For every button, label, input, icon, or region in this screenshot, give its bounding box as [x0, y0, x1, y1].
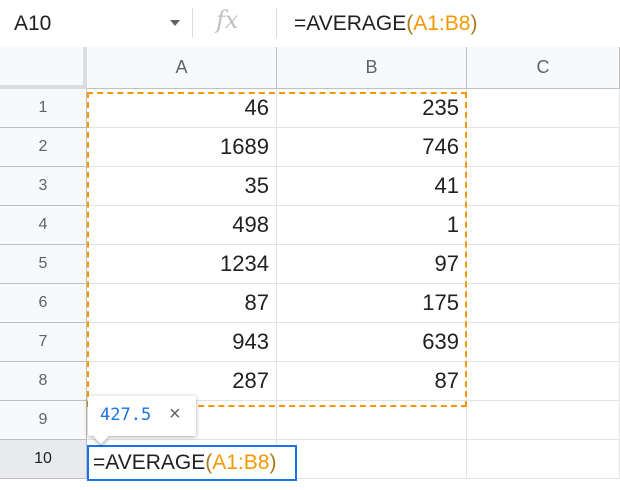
- cell-c1[interactable]: [467, 89, 620, 128]
- name-box-dropdown-icon[interactable]: [170, 20, 180, 26]
- cell-a5[interactable]: 1234: [87, 245, 277, 284]
- cell-a3[interactable]: 35: [87, 167, 277, 206]
- cell-c4[interactable]: [467, 206, 620, 245]
- cell-c9[interactable]: [467, 401, 620, 440]
- cell-a7[interactable]: 943: [87, 323, 277, 362]
- cell-b4[interactable]: 1: [277, 206, 467, 245]
- editor-prefix: =AVERAGE: [93, 451, 206, 474]
- cell-c8[interactable]: [467, 362, 620, 401]
- cell-b2[interactable]: 746: [277, 128, 467, 167]
- divider: [192, 8, 193, 38]
- column-header-b[interactable]: B: [277, 47, 467, 89]
- preview-value: 427.5: [100, 405, 152, 425]
- editor-open-paren: (: [205, 451, 213, 474]
- select-all-corner[interactable]: [0, 47, 87, 89]
- row-header-2[interactable]: 2: [0, 128, 87, 167]
- row-header-6[interactable]: 6: [0, 284, 87, 323]
- cell-c3[interactable]: [467, 167, 620, 206]
- active-cell-editor[interactable]: =AVERAGE(A1:B8): [87, 445, 297, 481]
- cell-a1[interactable]: 46: [87, 89, 277, 128]
- row-header-8[interactable]: 8: [0, 362, 87, 401]
- cell-b9[interactable]: [277, 401, 467, 440]
- row-header-10[interactable]: 10: [0, 440, 87, 479]
- formula-bar: A10 fx =AVERAGE(A1:B8): [0, 0, 620, 48]
- cell-b8[interactable]: 87: [277, 362, 467, 401]
- divider: [276, 8, 277, 38]
- row-header-7[interactable]: 7: [0, 323, 87, 362]
- close-icon[interactable]: ×: [169, 403, 181, 426]
- row-header-5[interactable]: 5: [0, 245, 87, 284]
- cell-a2[interactable]: 1689: [87, 128, 277, 167]
- cell-a6[interactable]: 87: [87, 284, 277, 323]
- name-box[interactable]: A10: [14, 12, 51, 36]
- editor-range-ref: A1:B8: [212, 451, 270, 474]
- cell-c6[interactable]: [467, 284, 620, 323]
- cell-c5[interactable]: [467, 245, 620, 284]
- formula-range-ref: A1:B8: [413, 12, 471, 35]
- column-header-c[interactable]: C: [467, 47, 620, 89]
- row-header-1[interactable]: 1: [0, 89, 87, 128]
- cell-a4[interactable]: 498: [87, 206, 277, 245]
- row-header-4[interactable]: 4: [0, 206, 87, 245]
- cell-b3[interactable]: 41: [277, 167, 467, 206]
- function-icon: fx: [216, 6, 239, 34]
- row-header-9[interactable]: 9: [0, 401, 87, 440]
- cell-b5[interactable]: 97: [277, 245, 467, 284]
- cell-c2[interactable]: [467, 128, 620, 167]
- column-header-a[interactable]: A: [87, 47, 277, 89]
- formula-close-paren: ): [470, 12, 478, 35]
- cell-c7[interactable]: [467, 323, 620, 362]
- cell-c10[interactable]: [467, 440, 620, 479]
- formula-result-preview: 427.5 ×: [88, 396, 196, 445]
- cell-b1[interactable]: 235: [277, 89, 467, 128]
- editor-close-paren: ): [269, 451, 277, 474]
- formula-prefix: =AVERAGE: [294, 12, 407, 35]
- cell-b10[interactable]: [277, 440, 467, 479]
- row-header-3[interactable]: 3: [0, 167, 87, 206]
- cell-b6[interactable]: 175: [277, 284, 467, 323]
- cell-b7[interactable]: 639: [277, 323, 467, 362]
- formula-input[interactable]: =AVERAGE(A1:B8): [294, 12, 477, 36]
